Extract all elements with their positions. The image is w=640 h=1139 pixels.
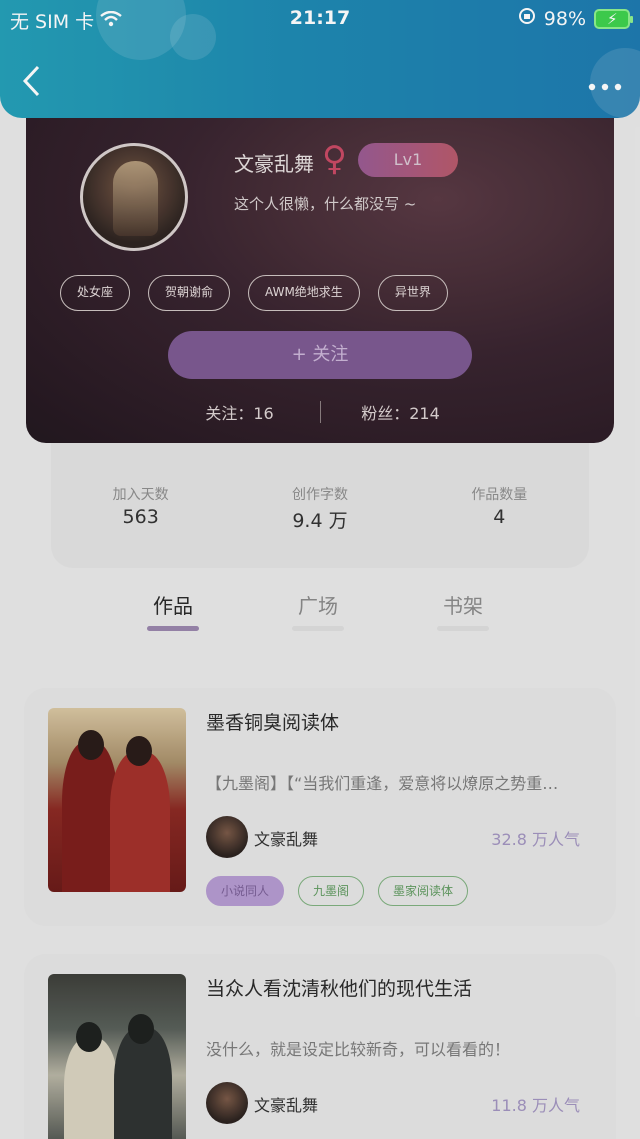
author-name: 文豪乱舞 xyxy=(254,1096,319,1115)
work-title[interactable]: 当众人看沈清秋他们的现代生活 xyxy=(206,974,472,1001)
work-tag[interactable]: 小说同人 xyxy=(206,876,285,906)
tab-indicator xyxy=(292,626,344,631)
stat-label: 创作字数 xyxy=(291,487,348,503)
work-card[interactable]: 墨香铜臭阅读体 【九墨阁】【“当我们重逢，爱意将以燎原之势重… 文豪乱舞 32.… xyxy=(24,688,616,926)
bio: 这个人很懒，什么都没写 ~ xyxy=(234,195,417,213)
follow-counts: 关注：16 粉丝：214 xyxy=(26,400,614,424)
stat-label: 加入天数 xyxy=(112,487,169,503)
stat-join-days: 加入天数 563 xyxy=(66,484,216,568)
work-description: 没什么，就是设定比较新奇，可以看看的！ xyxy=(206,1040,511,1059)
tab-square[interactable]: 广场 xyxy=(278,590,358,631)
tab-works[interactable]: 作品 xyxy=(133,590,213,631)
profile-tags: 处女座 贺朝谢俞 AWM绝地求生 异世界 xyxy=(60,275,448,311)
work-description: 【九墨阁】【“当我们重逢，爱意将以燎原之势重… xyxy=(206,774,559,793)
avatar[interactable] xyxy=(80,143,188,251)
author-avatar[interactable] xyxy=(206,816,248,858)
stat-label: 作品数量 xyxy=(471,487,528,503)
level-badge: Lv1 xyxy=(358,143,458,177)
stat-value: 9.4 万 xyxy=(292,510,348,532)
work-cover[interactable] xyxy=(48,974,186,1139)
work-card[interactable]: 当众人看沈清秋他们的现代生活 没什么，就是设定比较新奇，可以看看的！ 文豪乱舞 … xyxy=(24,954,616,1139)
back-button[interactable] xyxy=(20,64,50,102)
author-avatar[interactable] xyxy=(206,1082,248,1124)
profile-card: 文豪乱舞 ♀ Lv1 这个人很懒，什么都没写 ~ 处女座 贺朝谢俞 AWM绝地求… xyxy=(26,95,614,443)
tab-label: 作品 xyxy=(153,594,193,618)
profile-tag[interactable]: 处女座 xyxy=(60,275,131,311)
stat-value: 4 xyxy=(493,506,506,528)
profile-tag[interactable]: 异世界 xyxy=(377,275,448,311)
profile-tag[interactable]: AWM绝地求生 xyxy=(248,275,360,311)
female-icon: ♀ xyxy=(322,139,347,179)
work-tag[interactable]: 九墨阁 xyxy=(298,876,365,906)
tab-bookshelf[interactable]: 书架 xyxy=(423,590,503,631)
stat-word-count: 创作字数 9.4 万 xyxy=(245,484,395,568)
tab-label: 书架 xyxy=(443,594,483,618)
tab-indicator xyxy=(437,626,489,631)
orientation-lock-icon xyxy=(518,7,536,30)
author-name: 文豪乱舞 xyxy=(254,830,319,849)
followers-count[interactable]: 粉丝：214 xyxy=(331,400,471,424)
popularity: 11.8 万人气 xyxy=(491,1096,580,1115)
battery-icon: ⚡ xyxy=(594,8,633,29)
profile-tag[interactable]: 贺朝谢俞 xyxy=(148,275,231,311)
tab-bar: 作品 广场 书架 xyxy=(0,590,640,640)
app-header: 无 SIM 卡 21:17 98% ⚡ xyxy=(0,0,640,118)
following-count[interactable]: 关注：16 xyxy=(170,400,310,424)
divider xyxy=(319,401,321,423)
stats-card: 加入天数 563 创作字数 9.4 万 作品数量 4 xyxy=(51,440,589,568)
popularity: 32.8 万人气 xyxy=(491,830,580,849)
username: 文豪乱舞 xyxy=(234,152,314,176)
more-button[interactable] xyxy=(588,66,622,99)
work-cover[interactable] xyxy=(48,708,186,892)
tab-indicator xyxy=(147,626,199,631)
tab-label: 广场 xyxy=(298,594,338,618)
stat-value: 563 xyxy=(122,506,159,528)
work-title[interactable]: 墨香铜臭阅读体 xyxy=(206,708,339,735)
work-tags: 小说同人 九墨阁 墨家阅读体 xyxy=(206,876,469,906)
work-tag[interactable]: 墨家阅读体 xyxy=(378,876,469,906)
status-bar: 无 SIM 卡 21:17 98% ⚡ xyxy=(0,0,640,38)
stat-works-count: 作品数量 4 xyxy=(424,484,574,568)
battery-percent: 98% xyxy=(543,7,586,30)
follow-button[interactable]: + 关注 xyxy=(168,331,472,379)
